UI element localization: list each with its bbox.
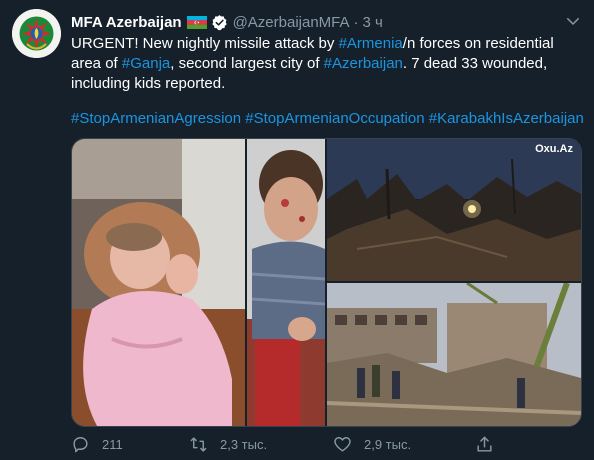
- azerbaijan-flag-icon: [186, 15, 207, 29]
- photo-child-in-pink[interactable]: [72, 139, 245, 426]
- hashtag-armenia-link[interactable]: #Armenia: [339, 35, 403, 52]
- hashtag-ganja-link[interactable]: #Ganja: [122, 55, 170, 72]
- chevron-down-icon[interactable]: [564, 12, 582, 30]
- tweet-text-segment: , second largest city of: [170, 55, 324, 72]
- share-button[interactable]: [475, 432, 506, 456]
- reply-count: 211: [102, 436, 123, 452]
- verified-badge-icon: [211, 14, 227, 30]
- heart-icon: [334, 436, 351, 452]
- retweet-button[interactable]: 2,3 тыс.: [189, 432, 267, 456]
- like-count: 2,9 тыс.: [364, 436, 412, 452]
- hashtag-link[interactable]: #StopArmenianAgression: [71, 110, 241, 127]
- tweet-text-segment: area of: [71, 55, 122, 72]
- author-handle[interactable]: @AzerbaijanMFA: [233, 14, 350, 31]
- like-button[interactable]: 2,9 тыс.: [333, 432, 411, 456]
- tweet-text-segment: /n forces on residential: [402, 35, 554, 52]
- tweet-actions: 211 2,3 тыс. 2,9 тыс.: [71, 432, 571, 456]
- retweet-icon: [190, 436, 207, 452]
- hashtag-azerbaijan-link[interactable]: #Azerbaijan: [324, 55, 403, 72]
- separator-dot: ·: [353, 13, 359, 31]
- hashtag-line: #StopArmenianAgression #StopArmenianOccu…: [71, 109, 586, 129]
- azerbaijan-emblem-icon: [12, 9, 61, 58]
- media-grid: Oxu.Az: [71, 138, 582, 427]
- reply-icon: [73, 436, 88, 452]
- tweet[interactable]: MFA Azerbaijan @AzerbaijanMFA · 3 ч URGE…: [0, 0, 594, 460]
- author-name[interactable]: MFA Azerbaijan: [71, 14, 182, 31]
- tweet-header: MFA Azerbaijan @AzerbaijanMFA · 3 ч: [71, 12, 582, 32]
- tweet-text: URGENT! New nightly missile attack by #A…: [71, 34, 583, 94]
- reply-button[interactable]: 211: [71, 432, 123, 456]
- photo-injured-boy[interactable]: [247, 139, 325, 426]
- tweet-text-segment: . 7 dead 33 wounded,: [402, 55, 548, 72]
- tweet-timestamp[interactable]: 3 ч: [363, 14, 383, 31]
- photo-night-destruction[interactable]: Oxu.Az: [327, 139, 581, 281]
- photo-destroyed-building[interactable]: [327, 283, 581, 426]
- media-watermark: Oxu.Az: [535, 143, 573, 155]
- tweet-text-segment: URGENT! New nightly missile attack by: [71, 35, 339, 52]
- retweet-count: 2,3 тыс.: [220, 436, 268, 452]
- hashtag-link[interactable]: #KarabakhIsAzerbaijan: [429, 110, 584, 127]
- tweet-text-segment: including kids reported.: [71, 75, 226, 92]
- share-icon: [477, 436, 492, 452]
- avatar[interactable]: [12, 9, 61, 58]
- hashtag-link[interactable]: #StopArmenianOccupation: [245, 110, 424, 127]
